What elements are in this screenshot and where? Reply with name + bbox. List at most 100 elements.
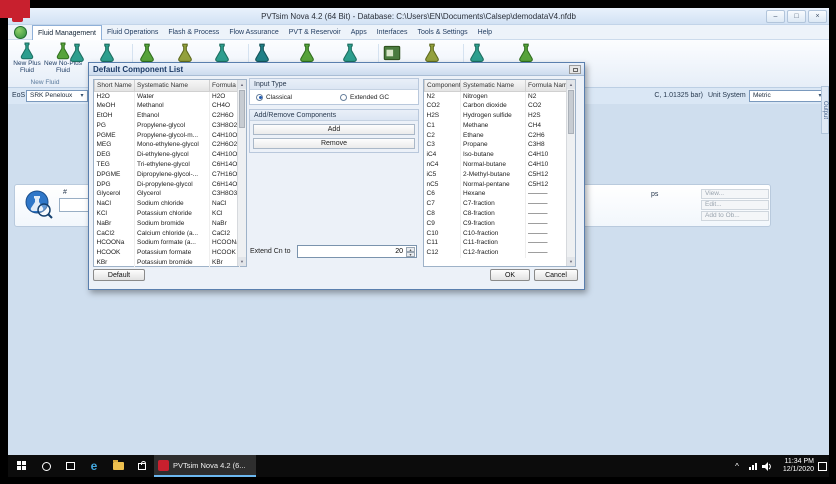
tab-interfaces[interactable]: Interfaces — [372, 25, 413, 40]
search-button[interactable] — [36, 455, 56, 477]
table-row[interactable]: PGME Propylene-glycol-m... C4H10O2 — [94, 130, 240, 141]
output-side-tab[interactable]: Output — [821, 86, 829, 134]
table-row[interactable]: HCOONa Sodium formate (a... HCOONa — [94, 238, 240, 249]
add-to-ob-button[interactable]: Add to Ob... — [701, 211, 769, 221]
tab-help[interactable]: Help — [473, 25, 497, 40]
table-row[interactable]: C9 C9-fraction ——— — [424, 218, 569, 229]
edit-button[interactable]: Edit... — [701, 200, 769, 210]
scroll-up-icon[interactable]: ▲ — [238, 80, 246, 89]
ribbon-module-icon[interactable] — [66, 42, 88, 64]
table-row[interactable]: C3 Propane C3H8 — [424, 140, 569, 151]
table-row[interactable]: C1 Methane CH4 — [424, 120, 569, 131]
action-center-button[interactable] — [816, 455, 828, 477]
table-row[interactable]: DPG Di-propylene-glycol C6H14O3 — [94, 179, 240, 190]
table-row[interactable]: HCOOK Potassium formate HCOOK — [94, 248, 240, 259]
table-row[interactable]: H2O Water H2O — [94, 91, 240, 102]
ribbon-module-icon[interactable] — [381, 42, 403, 64]
ribbon-module-icon[interactable] — [211, 42, 233, 64]
ribbon-module-icon[interactable] — [515, 42, 537, 64]
add-button[interactable]: Add — [253, 124, 415, 135]
table-row[interactable]: C8 C8-fraction ——— — [424, 209, 569, 219]
view-button[interactable]: View... — [701, 189, 769, 199]
table-row[interactable]: nC5 Normal-pentane C5H12 — [424, 179, 569, 190]
tab-apps[interactable]: Apps — [346, 25, 372, 40]
default-button[interactable]: Default — [93, 269, 145, 281]
table-row[interactable]: MeOH Methanol CH4O — [94, 101, 240, 112]
table-row[interactable]: NaCl Sodium chloride NaCl — [94, 199, 240, 210]
table-row[interactable]: nC4 Normal-butane C4H10 — [424, 160, 569, 170]
scrollbar-thumb[interactable] — [568, 90, 574, 134]
scroll-down-icon[interactable]: ▼ — [567, 257, 575, 266]
table-row[interactable]: TEG Tri-ethylene-glycol C6H14O4 — [94, 160, 240, 170]
ribbon-module-icon[interactable] — [251, 42, 273, 64]
extended-gc-radio[interactable]: Extended GC — [334, 93, 418, 101]
dialog-titlebar[interactable]: Default Component List — [89, 63, 584, 76]
start-button[interactable] — [12, 455, 32, 477]
table-row[interactable]: N2 Nitrogen N2 — [424, 91, 569, 102]
ribbon-module-icon[interactable] — [339, 42, 361, 64]
scroll-up-icon[interactable]: ▲ — [567, 80, 575, 89]
maximize-button[interactable]: □ — [787, 10, 806, 23]
ribbon-module-icon[interactable] — [174, 42, 196, 64]
scrollbar[interactable]: ▲ ▼ — [566, 80, 575, 266]
scrollbar[interactable]: ▲ ▼ — [237, 80, 246, 266]
dialog-close-button[interactable] — [569, 65, 581, 74]
task-view-button[interactable] — [60, 455, 80, 477]
tab-tools-settings[interactable]: Tools & Settings — [412, 25, 472, 40]
table-row[interactable]: Glycerol Glycerol C3H8O3 — [94, 189, 240, 200]
table-row[interactable]: NaBr Sodium bromide NaBr — [94, 218, 240, 229]
table-row[interactable]: MEG Mono-ethylene-glycol C2H6O2 — [94, 140, 240, 151]
edge-browser-button[interactable] — [84, 455, 104, 477]
table-row[interactable]: PG Propylene-glycol C3H8O2 — [94, 120, 240, 131]
tab-fluid-management[interactable]: Fluid Management — [32, 25, 102, 40]
table-row[interactable]: C7 C7-fraction ——— — [424, 199, 569, 210]
column-header[interactable]: Formula Name — [525, 80, 569, 92]
pvtsim-taskbar-button[interactable]: PVTsim Nova 4.2 (6... — [154, 455, 256, 477]
table-row[interactable]: KBr Potassium bromide KBr — [94, 258, 240, 268]
classical-radio[interactable]: Classical — [250, 93, 334, 101]
fluid-search-icon[interactable] — [21, 188, 55, 222]
clock[interactable]: 11:34 PM 12/1/2020 — [772, 455, 814, 477]
cancel-button[interactable]: Cancel — [534, 269, 578, 281]
spin-down-icon[interactable]: ▼ — [406, 252, 415, 257]
table-row[interactable]: iC4 Iso-butane C4H10 — [424, 150, 569, 161]
tab-flow-assurance[interactable]: Flow Assurance — [224, 25, 283, 40]
tray-expand-button[interactable]: ^ — [730, 455, 744, 477]
minimize-button[interactable]: – — [766, 10, 785, 23]
table-row[interactable]: DPGME Dipropylene-glycol-... C7H16O3 — [94, 169, 240, 180]
table-row[interactable]: KCl Potassium chloride KCl — [94, 209, 240, 219]
store-button[interactable] — [132, 455, 152, 477]
column-header[interactable]: Systematic Name — [460, 80, 526, 92]
ok-button[interactable]: OK — [490, 269, 530, 281]
remove-button[interactable]: Remove — [253, 138, 415, 149]
extend-cn-input[interactable]: 20 ▲ ▼ — [297, 245, 417, 258]
column-header[interactable]: Systematic Name — [134, 80, 210, 92]
ribbon-module-icon[interactable] — [421, 42, 443, 64]
column-header[interactable]: Formula N... — [209, 80, 240, 92]
table-row[interactable]: C2 Ethane C2H6 — [424, 130, 569, 141]
column-header[interactable]: Short Name — [94, 80, 135, 92]
scrollbar-thumb[interactable] — [239, 90, 245, 128]
tab-pvt-reservoir[interactable]: PVT & Reservoir — [284, 25, 346, 40]
tab-flash-process[interactable]: Flash & Process — [163, 25, 224, 40]
table-row[interactable]: iC5 2-Methyl-butane C5H12 — [424, 169, 569, 180]
table-row[interactable]: C10 C10-fraction ——— — [424, 228, 569, 239]
table-row[interactable]: C12 C12-fraction ——— — [424, 248, 569, 259]
column-header[interactable]: Component... — [424, 80, 461, 92]
ribbon-module-icon[interactable] — [96, 42, 118, 64]
tab-fluid-operations[interactable]: Fluid Operations — [102, 25, 163, 40]
table-row[interactable]: CaCl2 Calcium chloride (a... CaCl2 — [94, 228, 240, 239]
file-explorer-button[interactable] — [108, 455, 128, 477]
app-menu-button[interactable] — [14, 26, 27, 39]
table-row[interactable]: C6 Hexane ——— — [424, 189, 569, 200]
network-icon[interactable] — [746, 455, 760, 477]
table-row[interactable]: C11 C11-fraction ——— — [424, 238, 569, 249]
scroll-down-icon[interactable]: ▼ — [238, 257, 246, 266]
new-plus-fluid-button[interactable]: New Plus Fluid — [12, 41, 42, 74]
unit-system-dropdown[interactable]: Metric ▾ — [749, 90, 826, 102]
close-button[interactable]: × — [808, 10, 827, 23]
ribbon-module-icon[interactable] — [296, 42, 318, 64]
eos-dropdown[interactable]: SRK Peneloux ▾ — [26, 90, 88, 102]
table-row[interactable]: EtOH Ethanol C2H6O — [94, 111, 240, 121]
ribbon-module-icon[interactable] — [136, 42, 158, 64]
